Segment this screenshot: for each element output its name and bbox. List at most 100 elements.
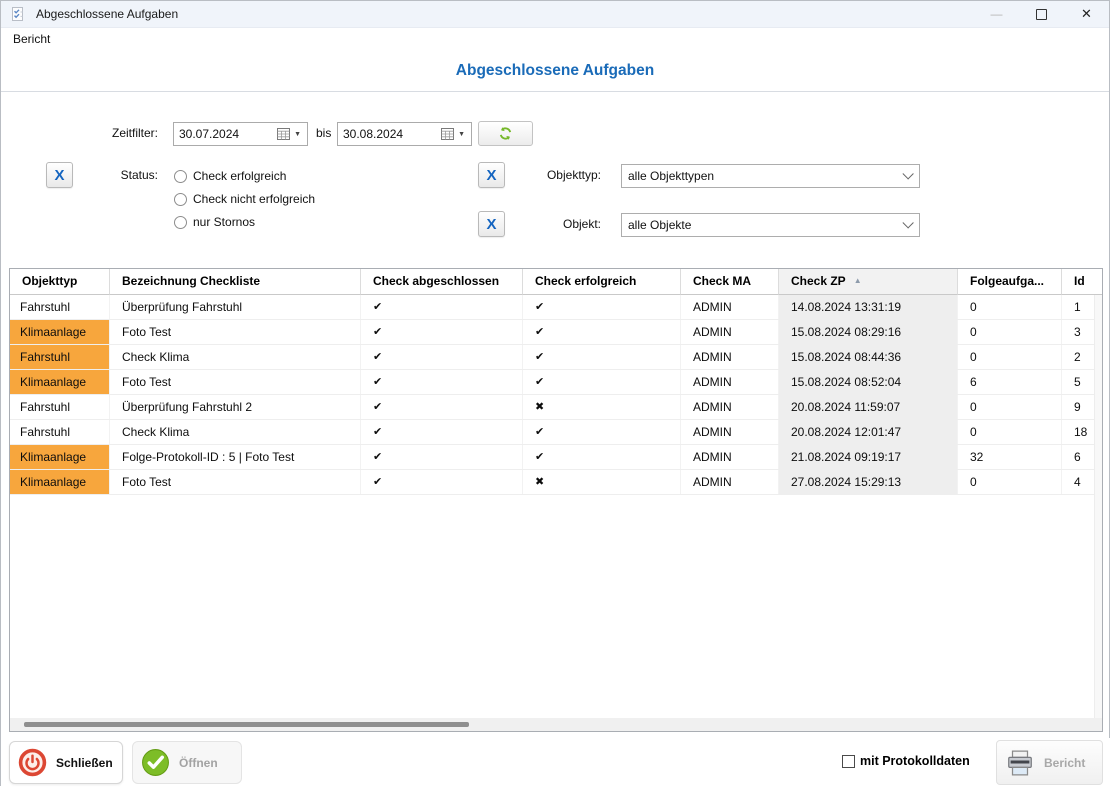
objekt-label: Objekt:	[521, 217, 601, 231]
minimize-button[interactable]: —	[974, 1, 1019, 27]
cell-check-ma: ADMIN	[681, 320, 779, 344]
table-row[interactable]: Fahrstuhl Check Klima ✔ ✔ ADMIN 20.08.20…	[10, 420, 1102, 445]
status-option-nur-stornos: nur Stornos	[174, 214, 255, 230]
cell-check-abgeschlossen: ✔	[361, 370, 523, 394]
horizontal-scrollbar-thumb[interactable]	[24, 722, 469, 727]
cell-check-ma: ADMIN	[681, 470, 779, 494]
status-option-check-erfolgreich: Check erfolgreich	[174, 168, 286, 184]
report-button[interactable]: Bericht	[996, 740, 1103, 785]
column-header-check-abgeschlossen[interactable]: Check abgeschlossen	[361, 269, 523, 295]
protokolldaten-checkbox[interactable]	[842, 755, 855, 768]
maximize-icon	[1036, 9, 1047, 20]
protokolldaten-option: mit Protokolldaten	[842, 754, 970, 768]
table-row[interactable]: Fahrstuhl Überprüfung Fahrstuhl ✔ ✔ ADMI…	[10, 295, 1102, 320]
objekt-select[interactable]: alle Objekte	[621, 213, 920, 237]
radio-nur-stornos[interactable]	[174, 216, 187, 229]
open-button-label: Öffnen	[179, 756, 218, 770]
table-row[interactable]: Fahrstuhl Check Klima ✔ ✔ ADMIN 15.08.20…	[10, 345, 1102, 370]
cell-folgeaufgabe: 0	[958, 320, 1062, 344]
column-header-id[interactable]: Id	[1062, 269, 1102, 295]
power-icon	[18, 748, 47, 777]
status-label: Status:	[101, 168, 158, 182]
cell-folgeaufgabe: 32	[958, 445, 1062, 469]
cell-objekttyp: Fahrstuhl	[10, 395, 110, 419]
maximize-button[interactable]	[1019, 1, 1064, 27]
cell-check-abgeschlossen: ✔	[361, 470, 523, 494]
calendar-icon	[277, 128, 290, 140]
checklist-app-icon	[10, 6, 26, 22]
cell-check-abgeschlossen: ✔	[361, 420, 523, 444]
table-row[interactable]: Klimaanlage Foto Test ✔ ✔ ADMIN 15.08.20…	[10, 370, 1102, 395]
check-circle-icon	[141, 748, 170, 777]
column-header-bezeichnung[interactable]: Bezeichnung Checkliste	[110, 269, 361, 295]
table-row[interactable]: Klimaanlage Foto Test ✔ ✔ ADMIN 15.08.20…	[10, 320, 1102, 345]
vertical-scrollbar[interactable]	[1094, 295, 1102, 718]
date-from-picker-button[interactable]: ▼	[277, 128, 307, 140]
objekttyp-selected-value: alle Objekttypen	[628, 169, 714, 183]
printer-icon	[1005, 748, 1035, 778]
date-to-input[interactable]	[338, 127, 426, 141]
close-button-footer[interactable]: Schließen	[9, 741, 123, 784]
cell-check-zp: 15.08.2024 08:29:16	[779, 320, 958, 344]
cell-folgeaufgabe: 0	[958, 345, 1062, 369]
column-header-check-zp[interactable]: Check ZP▲	[779, 269, 958, 295]
cell-check-erfolgreich: ✔	[523, 295, 681, 319]
filter-panel: Zeitfilter: ▼ bis ▼	[1, 92, 1109, 267]
table-row[interactable]: Klimaanlage Folge-Protokoll-ID : 5 | Fot…	[10, 445, 1102, 470]
cell-objekttyp: Klimaanlage	[10, 320, 110, 344]
clear-objekt-filter-button[interactable]: X	[478, 211, 505, 237]
cell-check-erfolgreich: ✔	[523, 445, 681, 469]
table-row[interactable]: Klimaanlage Foto Test ✔ ✖ ADMIN 27.08.20…	[10, 470, 1102, 495]
menu-item-bericht[interactable]: Bericht	[9, 30, 54, 48]
cell-check-abgeschlossen: ✔	[361, 395, 523, 419]
table-row[interactable]: Fahrstuhl Überprüfung Fahrstuhl 2 ✔ ✖ AD…	[10, 395, 1102, 420]
close-button[interactable]: ✕	[1064, 1, 1109, 27]
heading-bar: Abgeschlossene Aufgaben	[1, 50, 1109, 92]
column-header-label: Check ZP	[791, 274, 846, 288]
clear-objekttyp-filter-button[interactable]: X	[478, 162, 505, 188]
zeitfilter-label: Zeitfilter:	[61, 126, 158, 140]
column-header-check-ma[interactable]: Check MA	[681, 269, 779, 295]
cell-check-ma: ADMIN	[681, 345, 779, 369]
cell-check-zp: 15.08.2024 08:44:36	[779, 345, 958, 369]
open-button[interactable]: Öffnen	[132, 741, 242, 784]
horizontal-scrollbar[interactable]	[10, 718, 1102, 731]
column-header-objekttyp[interactable]: Objekttyp	[10, 269, 110, 295]
cell-objekttyp: Fahrstuhl	[10, 345, 110, 369]
cell-check-zp: 20.08.2024 12:01:47	[779, 420, 958, 444]
column-header-folgeaufgabe[interactable]: Folgeaufga...	[958, 269, 1062, 295]
cell-bezeichnung: Foto Test	[110, 470, 361, 494]
radio-check-erfolgreich[interactable]	[174, 170, 187, 183]
cell-objekttyp: Klimaanlage	[10, 370, 110, 394]
cell-check-erfolgreich: ✔	[523, 320, 681, 344]
protokolldaten-label: mit Protokolldaten	[860, 754, 970, 768]
cell-check-erfolgreich: ✔	[523, 420, 681, 444]
menu-bar: Bericht	[1, 28, 1109, 50]
status-option-check-nicht-erfolgreich: Check nicht erfolgreich	[174, 191, 315, 207]
refresh-button[interactable]	[478, 121, 533, 146]
cell-folgeaufgabe: 6	[958, 370, 1062, 394]
cell-bezeichnung: Überprüfung Fahrstuhl	[110, 295, 361, 319]
cell-check-abgeschlossen: ✔	[361, 320, 523, 344]
date-from-input[interactable]	[174, 127, 262, 141]
cell-check-abgeschlossen: ✔	[361, 295, 523, 319]
clear-status-filter-button[interactable]: X	[46, 162, 73, 188]
cell-check-erfolgreich: ✖	[523, 470, 681, 494]
chevron-down-icon	[902, 217, 913, 228]
window-controls: — ✕	[974, 1, 1109, 27]
radio-check-nicht-erfolgreich[interactable]	[174, 193, 187, 206]
window-title: Abgeschlossene Aufgaben	[36, 7, 178, 21]
chevron-down-icon	[902, 168, 913, 179]
cell-check-ma: ADMIN	[681, 295, 779, 319]
cell-folgeaufgabe: 0	[958, 395, 1062, 419]
column-header-check-erfolgreich[interactable]: Check erfolgreich	[523, 269, 681, 295]
cell-bezeichnung: Folge-Protokoll-ID : 5 | Foto Test	[110, 445, 361, 469]
cell-check-abgeschlossen: ✔	[361, 445, 523, 469]
cell-check-ma: ADMIN	[681, 445, 779, 469]
bis-label: bis	[316, 126, 331, 140]
refresh-icon	[498, 126, 513, 141]
date-to-picker-button[interactable]: ▼	[441, 128, 471, 140]
date-from-field: ▼	[173, 122, 308, 146]
cell-folgeaufgabe: 0	[958, 295, 1062, 319]
objekttyp-select[interactable]: alle Objekttypen	[621, 164, 920, 188]
